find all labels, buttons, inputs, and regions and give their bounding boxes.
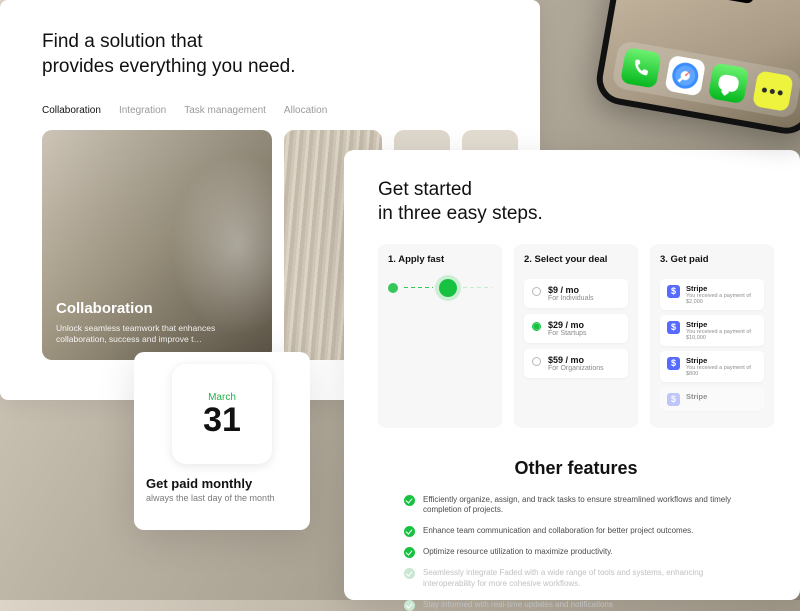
payment-row: $ StripeYou received a payment of $2,000 (660, 279, 764, 310)
progress-line-pending (463, 287, 492, 288)
safari-icon (670, 61, 700, 91)
iphone-screen: Search (600, 0, 800, 131)
payment-sub: You received a payment of $2,000 (686, 293, 757, 305)
phone-app[interactable] (620, 47, 662, 89)
collaboration-card-desc: Unlock seamless teamwork that enhances c… (56, 323, 258, 347)
feature-text: Optimize resource utilization to maximiz… (423, 547, 613, 558)
stripe-icon: $ (667, 285, 680, 298)
payment-row: $ StripeYou received a payment of $10,00… (660, 315, 764, 346)
solutions-tabs: Collaboration Integration Task managemen… (42, 105, 506, 116)
feature-item: Efficiently organize, assign, and track … (404, 495, 748, 517)
step-select-deal: 2. Select your deal $9 / mo For Individu… (514, 244, 638, 428)
safari-app[interactable] (664, 55, 706, 97)
check-icon (404, 526, 415, 537)
step1-label: 1. Apply fast (388, 254, 492, 265)
payment-row: $ StripeYou received a payment of $800 (660, 351, 764, 382)
card-collaboration[interactable]: Collaboration Unlock seamless teamwork t… (42, 130, 272, 360)
payment-name: Stripe (686, 320, 757, 329)
stripe-icon: $ (667, 393, 680, 406)
deal-option-3[interactable]: $59 / mo For Organizations (524, 349, 628, 378)
payment-name: Stripe (686, 392, 707, 401)
get-started-title: Get started in three easy steps. (378, 178, 774, 226)
deal-price: $29 / mo (548, 320, 587, 330)
progress-line (404, 287, 433, 288)
deal-option-1[interactable]: $9 / mo For Individuals (524, 279, 628, 308)
progress-node-current-icon (439, 279, 457, 297)
check-icon (404, 547, 415, 558)
step2-label: 2. Select your deal (524, 254, 628, 265)
stripe-icon: $ (667, 321, 680, 334)
deal-option-2[interactable]: $29 / mo For Startups (524, 314, 628, 343)
step-get-paid: 3. Get paid $ StripeYou received a payme… (650, 244, 774, 428)
deal-sub: For Individuals (548, 295, 594, 302)
stripe-icon: $ (667, 357, 680, 370)
deal-price: $9 / mo (548, 285, 594, 295)
feature-item: Optimize resource utilization to maximiz… (404, 547, 748, 558)
feature-item: Enhance team communication and collabora… (404, 526, 748, 537)
iphone-device: Search (593, 0, 800, 138)
apply-progress (388, 279, 492, 297)
more-icon (762, 87, 784, 96)
calendar-widget: March 31 (172, 364, 272, 464)
progress-node-done-icon (388, 283, 398, 293)
phone-icon (630, 56, 653, 79)
get-started-panel: Get started in three easy steps. 1. Appl… (344, 150, 800, 600)
calendar-day: 31 (203, 403, 241, 437)
payment-row: $ Stripe (660, 387, 764, 411)
solutions-title-l1: Find a solution that (42, 30, 506, 55)
feature-text: Enhance team communication and collabora… (423, 526, 693, 537)
feature-text: Efficiently organize, assign, and track … (423, 495, 748, 517)
notes-app[interactable] (752, 70, 794, 112)
iphone-dock (611, 40, 800, 120)
payment-sub: You received a payment of $10,000 (686, 329, 757, 341)
paid-heading: Get paid monthly (146, 476, 252, 491)
other-features-list: Efficiently organize, assign, and track … (404, 495, 748, 611)
feature-item: Seamlessly integrate Faded with a wide r… (404, 568, 748, 590)
other-features-title: Other features (378, 458, 774, 479)
radio-icon (532, 357, 541, 366)
paid-subtext: always the last day of the month (146, 493, 275, 503)
deal-price: $59 / mo (548, 355, 604, 365)
check-icon (404, 495, 415, 506)
deal-sub: For Organizations (548, 365, 604, 372)
feature-text: Stay informed with real-time updates and… (423, 600, 613, 611)
solutions-title-l2: provides everything you need. (42, 55, 506, 80)
feature-item: Stay informed with real-time updates and… (404, 600, 748, 611)
tab-allocation[interactable]: Allocation (284, 105, 327, 116)
check-icon (404, 600, 415, 611)
get-started-title-l1: Get started (378, 178, 774, 202)
deal-sub: For Startups (548, 330, 587, 337)
payment-sub: You received a payment of $800 (686, 365, 757, 377)
payment-name: Stripe (686, 356, 757, 365)
collaboration-card-title: Collaboration (56, 300, 258, 317)
steps-row: 1. Apply fast 2. Select your deal $9 / m… (378, 244, 774, 428)
solutions-title: Find a solution that provides everything… (42, 30, 506, 79)
tab-collaboration[interactable]: Collaboration (42, 105, 101, 116)
messages-icon (718, 74, 740, 93)
radio-selected-icon (532, 322, 541, 331)
get-started-title-l2: in three easy steps. (378, 202, 774, 226)
check-icon (404, 568, 415, 579)
tab-task-management[interactable]: Task management (184, 105, 266, 116)
feature-text: Seamlessly integrate Faded with a wide r… (423, 568, 748, 590)
payment-name: Stripe (686, 284, 757, 293)
dynamic-island[interactable]: Search (690, 0, 755, 4)
step3-label: 3. Get paid (660, 254, 764, 265)
messages-app[interactable] (708, 62, 750, 104)
radio-icon (532, 287, 541, 296)
paid-monthly-card: March 31 Get paid monthly always the las… (134, 352, 310, 530)
tab-integration[interactable]: Integration (119, 105, 166, 116)
step-apply-fast: 1. Apply fast (378, 244, 502, 428)
